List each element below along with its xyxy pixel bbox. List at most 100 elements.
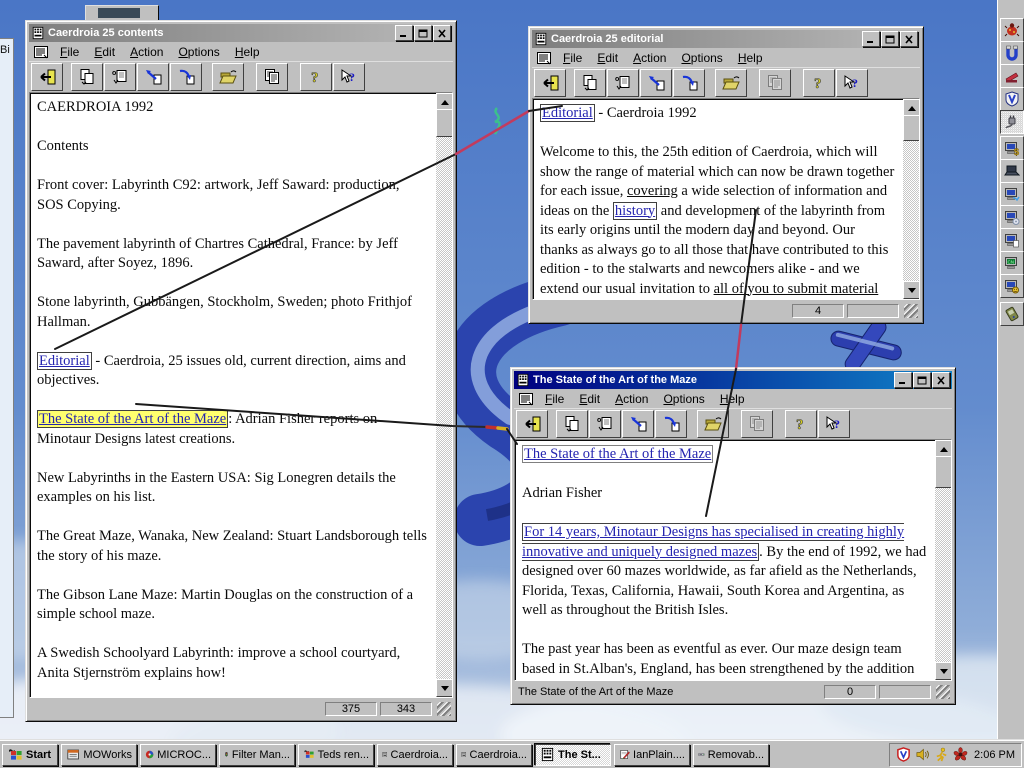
hyperlink-state-of-the-art[interactable]: The State of the Art of the Maze bbox=[37, 410, 229, 428]
copy-pages-button[interactable] bbox=[574, 69, 606, 97]
virus-shield-icon[interactable] bbox=[896, 747, 911, 762]
scrollbar[interactable] bbox=[935, 440, 951, 680]
resize-grip[interactable] bbox=[904, 304, 918, 318]
launcher-bug-icon[interactable] bbox=[1000, 18, 1024, 42]
help-button[interactable] bbox=[300, 63, 332, 91]
scrollbar-thumb[interactable] bbox=[903, 115, 919, 141]
launcher-computer-smiley-icon[interactable] bbox=[1000, 274, 1024, 298]
menu-item-file[interactable]: File bbox=[563, 51, 582, 65]
copy-button[interactable] bbox=[741, 410, 773, 438]
hyperlink-history[interactable]: history bbox=[612, 201, 658, 220]
menu-item-edit[interactable]: Edit bbox=[579, 392, 600, 406]
help-button[interactable] bbox=[803, 69, 835, 97]
menu-item-help[interactable]: Help bbox=[738, 51, 763, 65]
document-view[interactable]: The State of the Art of the Maze Adrian … bbox=[514, 439, 952, 681]
task-button-ianplain[interactable]: IanPlain.... bbox=[614, 743, 690, 766]
messenger-runner-icon[interactable] bbox=[934, 747, 949, 762]
scrollbar[interactable] bbox=[436, 93, 452, 697]
link-in-button[interactable] bbox=[640, 69, 672, 97]
close-button[interactable] bbox=[900, 31, 918, 47]
launcher-computer-terminal-icon[interactable] bbox=[1000, 251, 1024, 275]
scrollbar-down-button[interactable] bbox=[436, 679, 452, 697]
minimize-button[interactable] bbox=[395, 25, 413, 41]
link-in-button[interactable] bbox=[137, 63, 169, 91]
flower-icon[interactable] bbox=[953, 747, 968, 762]
menu-item-edit[interactable]: Edit bbox=[94, 45, 115, 59]
task-button-filter-manager[interactable]: Filter Man... bbox=[219, 743, 295, 766]
speaker-icon[interactable] bbox=[915, 747, 930, 762]
launcher-stapler-icon[interactable] bbox=[1000, 64, 1024, 88]
menu-item-action[interactable]: Action bbox=[130, 45, 163, 59]
resize-grip[interactable] bbox=[437, 702, 451, 716]
scrollbar[interactable] bbox=[903, 99, 919, 299]
menu-item-action[interactable]: Action bbox=[633, 51, 666, 65]
launcher-computer-sync-icon[interactable] bbox=[1000, 182, 1024, 206]
help-button[interactable] bbox=[785, 410, 817, 438]
task-button-teds[interactable]: Teds ren... bbox=[298, 743, 374, 766]
menu-item-help[interactable]: Help bbox=[720, 392, 745, 406]
launcher-pda-icon[interactable] bbox=[1000, 302, 1024, 326]
hyperlink-editorial[interactable]: Editorial bbox=[37, 351, 92, 370]
link-in-button[interactable] bbox=[622, 410, 654, 438]
titlebar[interactable]: The State of the Art of the Maze bbox=[514, 371, 952, 389]
scrollbar-thumb[interactable] bbox=[436, 109, 452, 137]
hyperlink-editorial[interactable]: Editorial bbox=[540, 104, 595, 122]
exit-button[interactable] bbox=[31, 63, 63, 91]
paste-pages-button[interactable] bbox=[607, 69, 639, 97]
task-button-state-of-art[interactable]: The St... bbox=[535, 743, 611, 766]
minimize-button[interactable] bbox=[894, 372, 912, 388]
context-help-button[interactable] bbox=[836, 69, 868, 97]
open-folder-button[interactable] bbox=[697, 410, 729, 438]
menu-item-help[interactable]: Help bbox=[235, 45, 260, 59]
task-button-moworks[interactable]: MOWorks bbox=[61, 743, 137, 766]
copy-pages-button[interactable] bbox=[556, 410, 588, 438]
minimize-button[interactable] bbox=[862, 31, 880, 47]
titlebar[interactable]: Caerdroia 25 editorial bbox=[532, 30, 920, 48]
launcher-shield-v-icon[interactable] bbox=[1000, 87, 1024, 111]
document-view[interactable]: CAERDROIA 1992 Contents Front cover: Lab… bbox=[29, 92, 453, 698]
close-button[interactable] bbox=[932, 372, 950, 388]
copy-button[interactable] bbox=[256, 63, 288, 91]
context-help-button[interactable] bbox=[333, 63, 365, 91]
menu-item-file[interactable]: File bbox=[60, 45, 79, 59]
task-button-microcosm[interactable]: MICROC... bbox=[140, 743, 216, 766]
titlebar[interactable]: Caerdroia 25 contents bbox=[29, 24, 453, 42]
copy-button[interactable] bbox=[759, 69, 791, 97]
maximize-button[interactable] bbox=[414, 25, 432, 41]
hyperlink-title[interactable]: The State of the Art of the Maze bbox=[522, 445, 714, 463]
copy-pages-button[interactable] bbox=[71, 63, 103, 91]
menu-item-edit[interactable]: Edit bbox=[597, 51, 618, 65]
scrollbar-thumb[interactable] bbox=[935, 456, 951, 488]
exit-button[interactable] bbox=[516, 410, 548, 438]
launcher-magnet-icon[interactable] bbox=[1000, 41, 1024, 65]
open-folder-button[interactable] bbox=[715, 69, 747, 97]
anchor-covering[interactable]: covering bbox=[627, 183, 678, 199]
launcher-laptop-icon[interactable] bbox=[1000, 159, 1024, 183]
maximize-button[interactable] bbox=[881, 31, 899, 47]
launcher-computer-document-icon[interactable] bbox=[1000, 228, 1024, 252]
menu-item-options[interactable]: Options bbox=[681, 51, 722, 65]
scrollbar-down-button[interactable] bbox=[903, 281, 919, 299]
menu-item-action[interactable]: Action bbox=[615, 392, 648, 406]
document-view[interactable]: Editorial - Caerdroia 1992 Welcome to th… bbox=[532, 98, 920, 300]
link-out-button[interactable] bbox=[673, 69, 705, 97]
link-out-button[interactable] bbox=[655, 410, 687, 438]
maximize-button[interactable] bbox=[913, 372, 931, 388]
close-button[interactable] bbox=[433, 25, 451, 41]
menu-item-options[interactable]: Options bbox=[178, 45, 219, 59]
start-button[interactable]: Start bbox=[2, 743, 58, 766]
scrollbar-down-button[interactable] bbox=[935, 662, 951, 680]
exit-button[interactable] bbox=[534, 69, 566, 97]
open-folder-button[interactable] bbox=[212, 63, 244, 91]
task-button-caerdroia-2[interactable]: Caerdroia... bbox=[456, 743, 532, 766]
menu-item-file[interactable]: File bbox=[545, 392, 564, 406]
launcher-plug-icon[interactable] bbox=[1000, 110, 1024, 134]
launcher-computer-cd-icon[interactable] bbox=[1000, 205, 1024, 229]
resize-grip[interactable] bbox=[936, 685, 950, 699]
paste-pages-button[interactable] bbox=[589, 410, 621, 438]
context-help-button[interactable] bbox=[818, 410, 850, 438]
menu-item-options[interactable]: Options bbox=[663, 392, 704, 406]
link-out-button[interactable] bbox=[170, 63, 202, 91]
task-button-removable[interactable]: Removab... bbox=[693, 743, 769, 766]
task-button-caerdroia-1[interactable]: Caerdroia... bbox=[377, 743, 453, 766]
